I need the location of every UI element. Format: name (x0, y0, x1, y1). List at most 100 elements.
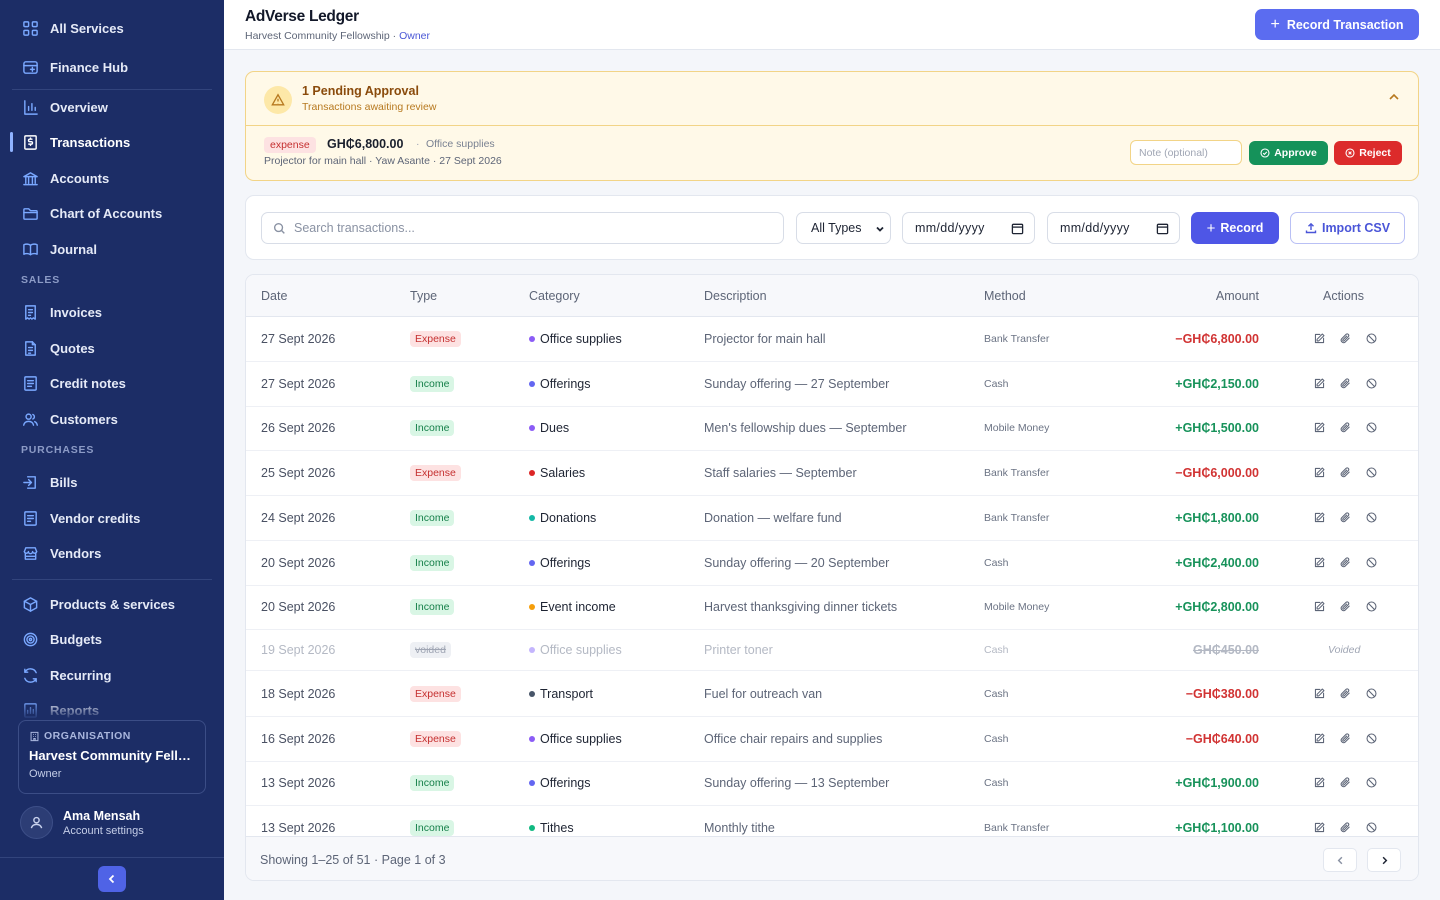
pending-approval-header[interactable]: 1 Pending Approval Transactions awaiting… (246, 72, 1418, 126)
edit-icon (1314, 733, 1325, 744)
paperclip-button[interactable] (1339, 600, 1353, 614)
void-button[interactable] (1365, 687, 1379, 701)
chevron-up-icon[interactable] (1387, 90, 1401, 109)
table-row[interactable]: 18 Sept 2026 Expense Transport Fuel for out… (246, 672, 1418, 717)
previous-page-button[interactable] (1323, 848, 1357, 872)
edit-button[interactable] (1313, 511, 1327, 525)
date-to-input[interactable]: mm/dd/yyyy (1047, 212, 1180, 244)
edit-button[interactable] (1313, 732, 1327, 746)
void-button[interactable] (1365, 776, 1379, 790)
row-category: Offerings (529, 377, 591, 391)
date-from-input[interactable]: mm/dd/yyyy (902, 212, 1035, 244)
table-row[interactable]: 27 Sept 2026 Income Offerings Sunday offeri… (246, 362, 1418, 407)
sidebar-item-customers[interactable]: Customers (12, 403, 212, 435)
void-button[interactable] (1365, 421, 1379, 435)
paperclip-button[interactable] (1339, 732, 1353, 746)
paperclip-button[interactable] (1339, 377, 1353, 391)
paperclip-icon (1340, 822, 1350, 833)
edit-button[interactable] (1313, 421, 1327, 435)
reject-button[interactable]: Reject (1334, 141, 1402, 165)
row-amount: −GH₵380.00 (1185, 687, 1259, 701)
sidebar-item-products-services[interactable]: Products & services (12, 588, 212, 620)
sidebar-item-credit-notes[interactable]: Credit notes (12, 367, 212, 399)
sidebar-item-chart-of-accounts[interactable]: Chart of Accounts (12, 197, 212, 229)
category-dot (529, 381, 535, 387)
edit-button[interactable] (1313, 377, 1327, 391)
import-csv-button[interactable]: Import CSV (1290, 212, 1405, 244)
sidebar-item-recurring[interactable]: Recurring (12, 659, 212, 691)
row-method: Cash (984, 557, 1009, 569)
row-description: Harvest thanksgiving dinner tickets (704, 600, 898, 614)
void-button[interactable] (1365, 466, 1379, 480)
column-header-method[interactable]: Method (984, 289, 1026, 303)
sidebar-item-label: Products & services (50, 596, 176, 612)
table-row[interactable]: 20 Sept 2026 Income Event income Harvest th… (246, 585, 1418, 630)
edit-button[interactable] (1313, 556, 1327, 570)
sidebar-item-quotes[interactable]: Quotes (12, 332, 212, 364)
sidebar-item-transactions[interactable]: Transactions (10, 126, 212, 158)
void-button[interactable] (1365, 332, 1379, 346)
search-box[interactable] (261, 212, 784, 244)
column-header-description[interactable]: Description (704, 289, 767, 303)
table-row[interactable]: 13 Sept 2026 Income Offerings Sunday offeri… (246, 761, 1418, 806)
table-row[interactable]: 26 Sept 2026 Income Dues Men's fellowship d… (246, 406, 1418, 451)
sidebar-item-vendor-credits[interactable]: Vendor credits (12, 502, 212, 534)
row-date: 25 Sept 2026 (261, 466, 336, 480)
void-button[interactable] (1365, 377, 1379, 391)
paperclip-button[interactable] (1339, 776, 1353, 790)
edit-button[interactable] (1313, 821, 1327, 835)
paperclip-button[interactable] (1339, 687, 1353, 701)
record-button[interactable]: + Record (1191, 212, 1279, 244)
table-row[interactable]: 13 Sept 2026 Income Tithes Monthly tithe Ban… (246, 806, 1418, 836)
column-header-amount[interactable]: Amount (1216, 289, 1259, 303)
void-button[interactable] (1365, 732, 1379, 746)
collapse-sidebar-button[interactable] (98, 866, 126, 892)
sidebar-item-overview[interactable]: Overview (12, 91, 212, 123)
paperclip-button[interactable] (1339, 511, 1353, 525)
table-row[interactable]: 27 Sept 2026 Expense Office supplies Projec… (246, 317, 1418, 362)
sidebar-item-vendors[interactable]: Vendors (12, 537, 212, 569)
paperclip-button[interactable] (1339, 421, 1353, 435)
edit-button[interactable] (1313, 332, 1327, 346)
paperclip-button[interactable] (1339, 556, 1353, 570)
paperclip-button[interactable] (1339, 466, 1353, 480)
void-button[interactable] (1365, 556, 1379, 570)
user-account[interactable]: Ama Mensah Account settings (20, 806, 144, 839)
sidebar-item-invoices[interactable]: Invoices (12, 296, 212, 328)
organisation-card[interactable]: ORGANISATION Harvest Community Fello... … (18, 720, 206, 794)
table-row[interactable]: 16 Sept 2026 Expense Office supplies Office… (246, 717, 1418, 762)
sidebar-item-journal[interactable]: Journal (12, 233, 212, 265)
table-row[interactable]: 25 Sept 2026 Expense Salaries Staff salarie… (246, 451, 1418, 496)
paperclip-button[interactable] (1339, 821, 1353, 835)
void-button[interactable] (1365, 821, 1379, 835)
sidebar-item-all-services[interactable]: All Services (12, 12, 212, 44)
edit-button[interactable] (1313, 466, 1327, 480)
type-badge: Income (410, 599, 455, 615)
table-row[interactable]: 20 Sept 2026 Income Offerings Sunday offeri… (246, 541, 1418, 586)
type-select[interactable]: All Types (796, 212, 891, 244)
type-badge: Expense (410, 331, 461, 347)
column-header-date[interactable]: Date (261, 289, 287, 303)
search-input[interactable] (294, 221, 774, 235)
next-page-button[interactable] (1367, 848, 1401, 872)
account-settings-link[interactable]: Account settings (63, 825, 144, 837)
sidebar-item-bills[interactable]: Bills (12, 466, 212, 498)
paperclip-button[interactable] (1339, 332, 1353, 346)
edit-button[interactable] (1313, 687, 1327, 701)
record-transaction-button[interactable]: + Record Transaction (1255, 9, 1419, 40)
column-header-category[interactable]: Category (529, 289, 580, 303)
approval-note-input[interactable] (1130, 140, 1242, 165)
edit-button[interactable] (1313, 776, 1327, 790)
void-button[interactable] (1365, 600, 1379, 614)
void-button[interactable] (1365, 511, 1379, 525)
table-row[interactable]: 19 Sept 2026 voided Office supplies Printer… (246, 630, 1418, 671)
sidebar-item-budgets[interactable]: Budgets (12, 623, 212, 655)
row-category: Donations (529, 511, 596, 525)
edit-button[interactable] (1313, 600, 1327, 614)
sidebar-item-accounts[interactable]: Accounts (12, 162, 212, 194)
approve-button[interactable]: Approve (1249, 141, 1328, 165)
sidebar-item-finance-hub[interactable]: Finance Hub (12, 51, 212, 83)
table-row[interactable]: 24 Sept 2026 Income Donations Donation — we… (246, 496, 1418, 541)
approve-label: Approve (1274, 147, 1317, 159)
column-header-type[interactable]: Type (410, 289, 437, 303)
